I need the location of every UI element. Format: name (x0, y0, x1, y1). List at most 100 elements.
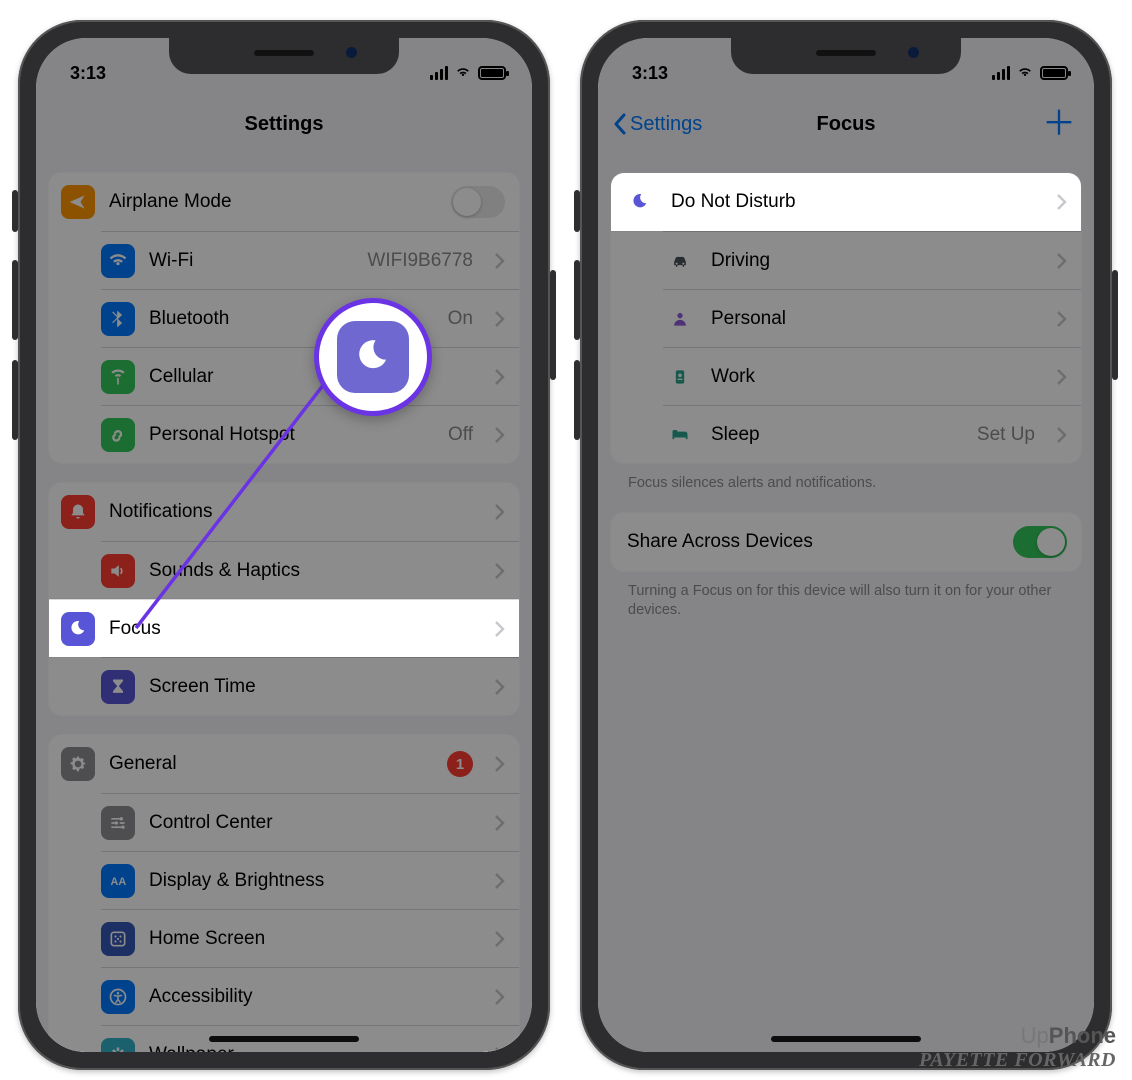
row-value: WIFI9B6778 (367, 250, 473, 272)
page-title: Focus (817, 113, 876, 136)
row-personal-hotspot[interactable]: Personal Hotspot Off (101, 405, 519, 463)
row-label: Wallpaper (149, 1044, 473, 1053)
row-screen-time[interactable]: Screen Time (101, 657, 519, 715)
person-icon (663, 302, 697, 336)
share-group: Share Across Devices (610, 512, 1082, 572)
notifications-icon (61, 495, 95, 529)
row-do-not-disturb[interactable]: Do Not Disturb (611, 173, 1081, 231)
accessibility-icon (101, 980, 135, 1014)
chevron-right-icon (495, 253, 505, 269)
settings-group-attention: Notifications Sounds & Haptics Focus (48, 482, 520, 716)
chevron-right-icon (495, 931, 505, 947)
row-driving[interactable]: Driving (663, 231, 1081, 289)
row-label: Share Across Devices (627, 531, 999, 553)
chevron-right-icon (495, 679, 505, 695)
watermark-line2: PAYETTE FORWARD (919, 1049, 1116, 1072)
chevron-right-icon (495, 369, 505, 385)
notch (731, 38, 961, 74)
airplane-toggle[interactable] (451, 186, 505, 218)
chevron-right-icon (495, 311, 505, 327)
bluetooth-icon (101, 302, 135, 336)
home-indicator[interactable] (771, 1036, 921, 1042)
row-focus[interactable]: Focus (49, 599, 519, 657)
back-button[interactable]: Settings (612, 112, 702, 136)
screen-settings: 3:13 Settings Airplane Mode (36, 38, 532, 1052)
row-value: On (448, 308, 473, 330)
row-notifications[interactable]: Notifications (49, 483, 519, 541)
cellular-signal-icon (992, 66, 1010, 80)
row-label: Focus (109, 618, 473, 640)
chevron-right-icon (495, 815, 505, 831)
row-label: Home Screen (149, 928, 473, 950)
chevron-right-icon (1057, 427, 1067, 443)
screen-time-icon (101, 670, 135, 704)
chevron-right-icon (495, 504, 505, 520)
badge-icon (663, 360, 697, 394)
row-wifi[interactable]: Wi-Fi WIFI9B6778 (101, 231, 519, 289)
focus-moon-icon (337, 321, 409, 393)
moon-icon (623, 185, 657, 219)
row-label: Personal Hotspot (149, 424, 434, 446)
back-label: Settings (630, 113, 702, 136)
status-time: 3:13 (70, 63, 106, 84)
row-airplane-mode[interactable]: Airplane Mode (49, 173, 519, 231)
wifi-icon (454, 66, 472, 80)
row-sounds-haptics[interactable]: Sounds & Haptics (101, 541, 519, 599)
battery-icon (478, 66, 506, 80)
row-cellular[interactable]: Cellular (101, 347, 519, 405)
page-title: Settings (245, 113, 324, 136)
watermark-line1: UpPhone (919, 1023, 1116, 1049)
airplane-icon (61, 185, 95, 219)
home-indicator[interactable] (209, 1036, 359, 1042)
navbar-settings: Settings (36, 94, 532, 154)
row-bluetooth[interactable]: Bluetooth On (101, 289, 519, 347)
row-display-brightness[interactable]: Display & Brightness (101, 851, 519, 909)
focus-modes-group: Do Not Disturb Driving Personal (610, 172, 1082, 464)
chevron-right-icon (495, 873, 505, 889)
status-indicators (992, 66, 1068, 80)
settings-group-connectivity: Airplane Mode Wi-Fi WIFI9B6778 Bluetooth… (48, 172, 520, 464)
row-home-screen[interactable]: Home Screen (101, 909, 519, 967)
row-control-center[interactable]: Control Center (101, 793, 519, 851)
car-icon (663, 244, 697, 278)
battery-icon (1040, 66, 1068, 80)
row-label: Display & Brightness (149, 870, 473, 892)
display-icon (101, 864, 135, 898)
phone-left-frame: 3:13 Settings Airplane Mode (18, 20, 550, 1070)
status-indicators (430, 66, 506, 80)
chevron-right-icon (495, 621, 505, 637)
row-label: Accessibility (149, 986, 473, 1008)
sounds-icon (101, 554, 135, 588)
add-focus-button[interactable]: ＋ (1042, 107, 1076, 141)
row-personal[interactable]: Personal (663, 289, 1081, 347)
row-label: Do Not Disturb (671, 191, 1035, 213)
row-label: Sleep (711, 424, 963, 446)
row-label: Notifications (109, 501, 473, 523)
row-sleep[interactable]: Sleep Set Up (663, 405, 1081, 463)
wifi-icon (1016, 66, 1034, 80)
focus-icon-callout (314, 298, 432, 416)
phone-right-frame: 3:13 Settings Focus ＋ (580, 20, 1112, 1070)
status-time: 3:13 (632, 63, 668, 84)
row-label: Work (711, 366, 1035, 388)
row-accessibility[interactable]: Accessibility (101, 967, 519, 1025)
row-work[interactable]: Work (663, 347, 1081, 405)
cellular-signal-icon (430, 66, 448, 80)
row-value: Set Up (977, 424, 1035, 446)
home-screen-icon (101, 922, 135, 956)
update-badge: 1 (447, 751, 473, 777)
row-share-across-devices[interactable]: Share Across Devices (611, 513, 1081, 571)
row-label: Control Center (149, 812, 473, 834)
wallpaper-icon (101, 1038, 135, 1053)
settings-group-general: General 1 Control Center Display & Brigh… (48, 734, 520, 1052)
general-gear-icon (61, 747, 95, 781)
focus-moon-icon (61, 612, 95, 646)
screen-focus: 3:13 Settings Focus ＋ (598, 38, 1094, 1052)
chevron-right-icon (1057, 369, 1067, 385)
row-label: Wi-Fi (149, 250, 353, 272)
cellular-icon (101, 360, 135, 394)
chevron-right-icon (495, 989, 505, 1005)
row-general[interactable]: General 1 (49, 735, 519, 793)
row-label: Screen Time (149, 676, 473, 698)
share-toggle[interactable] (1013, 526, 1067, 558)
